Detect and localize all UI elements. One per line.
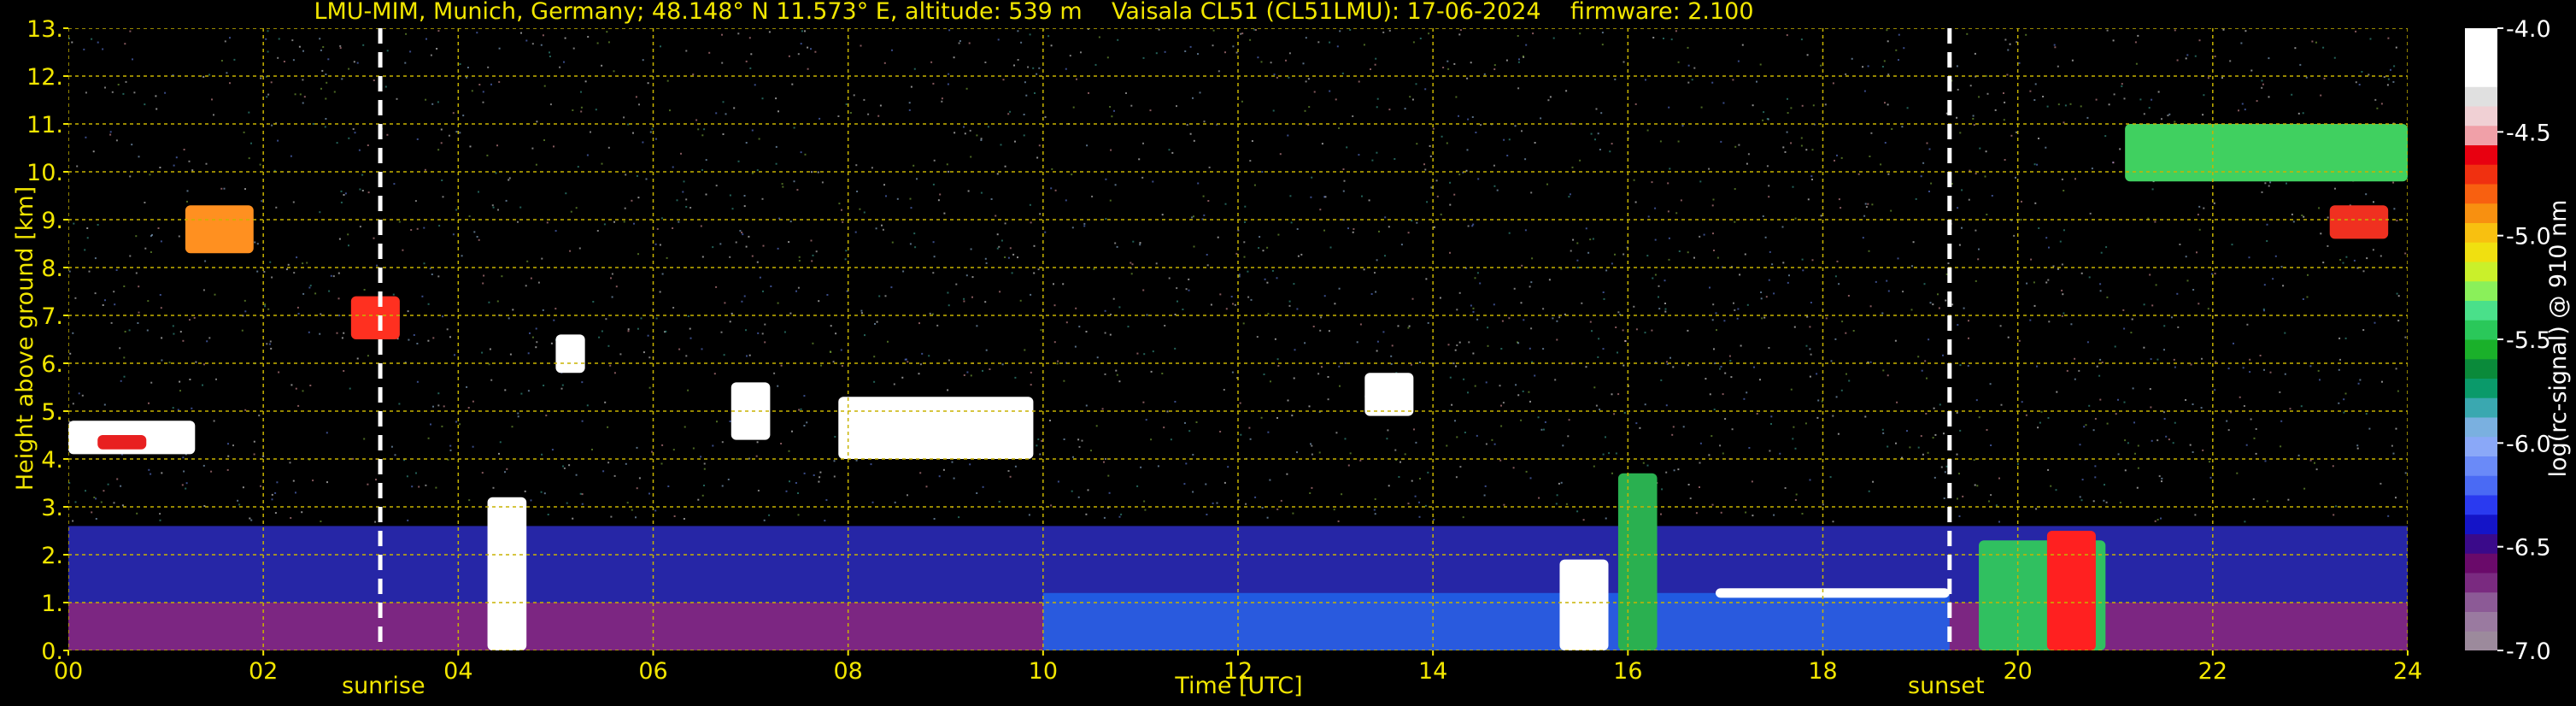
colorbar-tick-label: -5.0 [2506,224,2551,250]
colorbar-tick-label: -4.5 [2506,120,2551,146]
colorbar-tick-label: -5.5 [2506,327,2551,354]
colorbar-ticks: -4.0 -4.5 -5.0 -5.5 -6.0 -6.5 -7.0 [2497,16,2551,665]
colorbar-tick-label: -4.0 [2506,16,2551,43]
colorbar-label: log(rc-signal) @ 910 nm [2545,199,2572,478]
colorbar-tick-label: -6.5 [2506,535,2551,562]
sunset-label: sunset [1908,673,1985,699]
colorbar-tick-label: -6.0 [2506,431,2551,457]
x-axis-label: Time [UTC] [1175,673,1303,699]
colorbar-tick-label: -7.0 [2506,638,2551,665]
sunrise-label: sunrise [342,673,425,699]
